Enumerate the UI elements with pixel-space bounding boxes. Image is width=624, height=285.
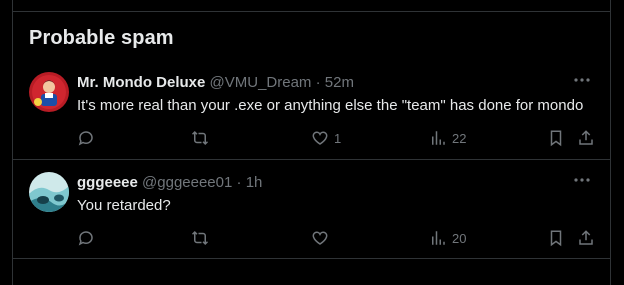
section-title: Probable spam [29, 27, 174, 49]
bookmark-button[interactable] [547, 129, 565, 147]
views-button[interactable]: 20 [429, 229, 466, 247]
bookmark-icon [550, 230, 562, 247]
view-count: 20 [452, 230, 467, 246]
separator: · [236, 174, 242, 191]
views-icon [432, 231, 445, 245]
timestamp[interactable]: 1h [246, 174, 263, 191]
tweet[interactable]: gggeeee @gggeeee01 · 1h You retarded? 20 [13, 160, 610, 259]
like-button[interactable]: 1 [311, 129, 341, 147]
like-button[interactable] [311, 229, 334, 247]
tweet[interactable]: Mr. Mondo Deluxe @VMU_Dream · 52m It's m… [13, 60, 610, 160]
user-handle[interactable]: @VMU_Dream [210, 74, 312, 91]
separator: · [315, 74, 321, 91]
like-count: 1 [334, 130, 342, 146]
share-button[interactable] [577, 129, 595, 147]
avatar[interactable] [29, 172, 69, 212]
timeline-column: Probable spam Mr. Mondo Deluxe @VMU_Drea… [12, 0, 611, 285]
tweet-actions: 1 22 [77, 129, 597, 147]
views-button[interactable]: 22 [429, 129, 466, 147]
divider [13, 11, 610, 12]
reply-icon [78, 131, 93, 146]
reply-icon [78, 231, 93, 246]
tweet-actions: 20 [77, 229, 597, 247]
user-handle[interactable]: @gggeeee01 [142, 174, 232, 191]
view-count: 22 [452, 130, 467, 146]
display-name[interactable]: gggeeee [77, 174, 138, 191]
tweet-header: Mr. Mondo Deluxe @VMU_Dream · 52m [77, 74, 354, 91]
avatar[interactable] [29, 72, 69, 112]
share-icon [579, 230, 593, 245]
retweet-button[interactable] [191, 229, 209, 247]
bookmark-button[interactable] [547, 229, 565, 247]
display-name[interactable]: Mr. Mondo Deluxe [77, 74, 205, 91]
like-icon [312, 231, 328, 245]
tweet-text: You retarded? [77, 197, 171, 214]
bookmark-icon [550, 130, 562, 147]
retweet-icon [191, 130, 209, 146]
reply-button[interactable] [77, 129, 95, 147]
like-icon [312, 131, 328, 145]
share-button[interactable] [577, 229, 595, 247]
tweet-text: It's more real than your .exe or anythin… [77, 97, 584, 114]
reply-button[interactable] [77, 229, 95, 247]
more-icon[interactable] [572, 170, 592, 190]
retweet-icon [191, 230, 209, 246]
share-icon [579, 130, 593, 145]
more-icon[interactable] [572, 70, 592, 90]
retweet-button[interactable] [191, 129, 209, 147]
tweet-header: gggeeee @gggeeee01 · 1h [77, 174, 262, 191]
timestamp[interactable]: 52m [325, 74, 354, 91]
views-icon [432, 131, 445, 145]
